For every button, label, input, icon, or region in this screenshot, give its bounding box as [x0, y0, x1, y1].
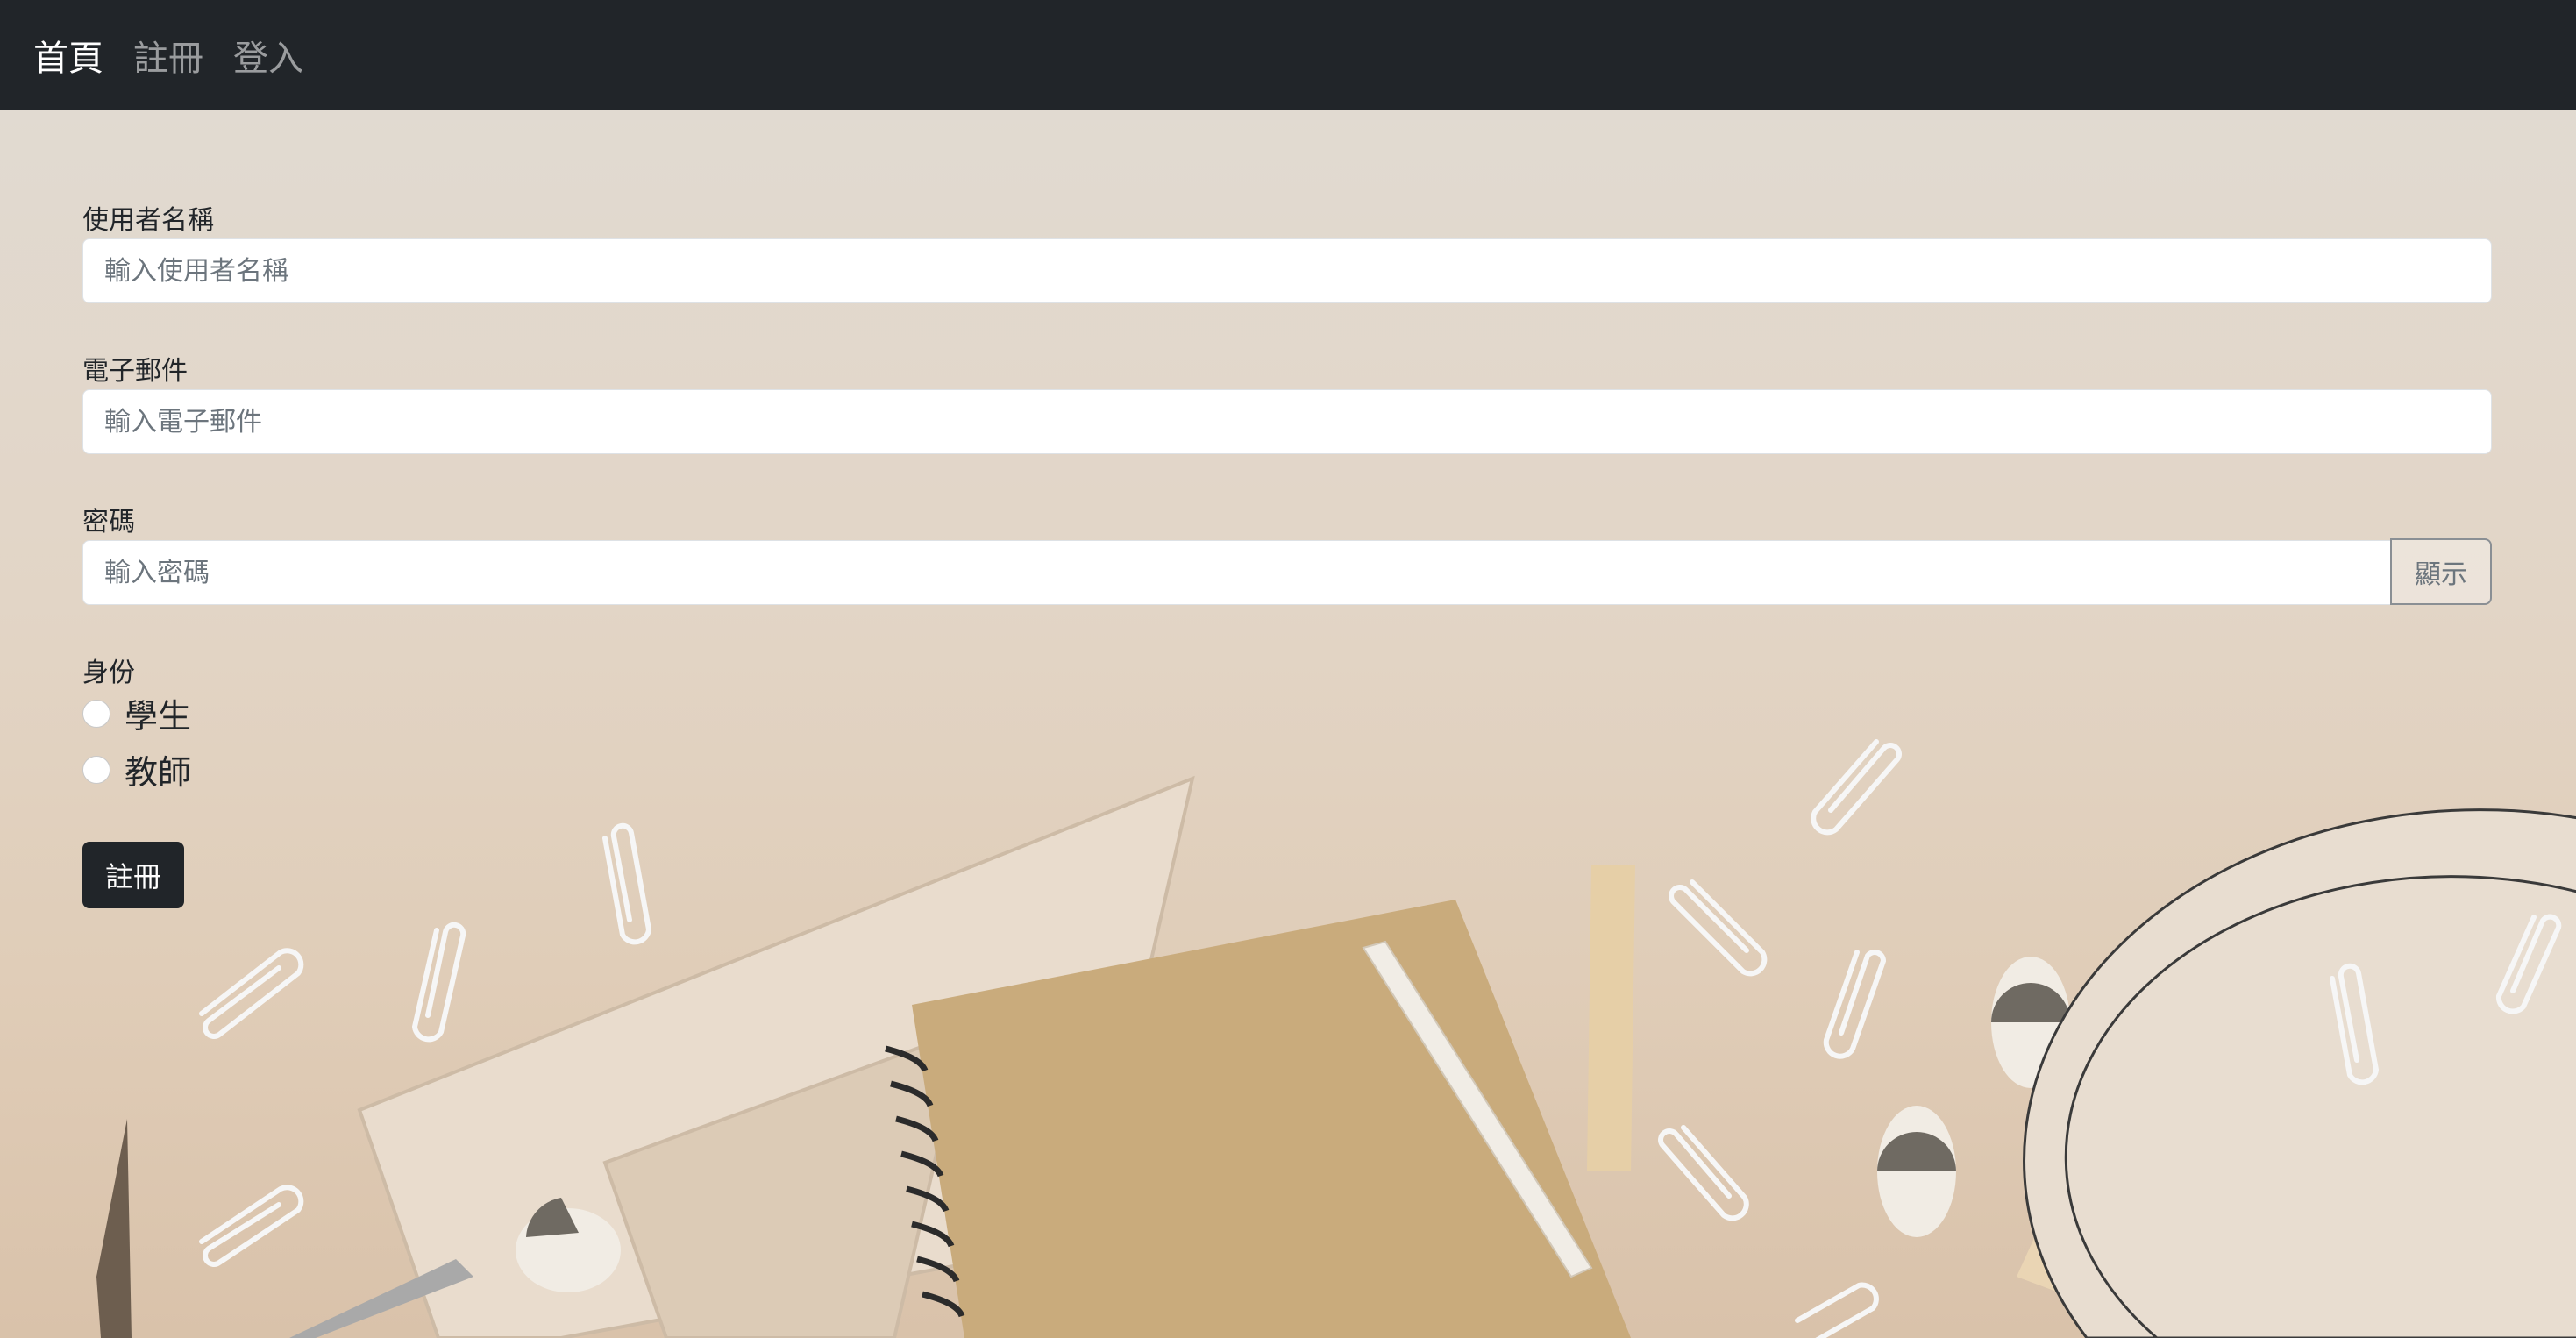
role-option-student[interactable]: 學生: [82, 689, 191, 737]
register-submit-button[interactable]: 註冊: [82, 842, 184, 908]
role-option-teacher[interactable]: 教師: [82, 745, 191, 794]
nav-register-link[interactable]: 註冊: [133, 30, 203, 81]
email-label: 電子郵件: [82, 356, 188, 387]
email-input[interactable]: [82, 389, 2492, 454]
username-input[interactable]: [82, 238, 2492, 303]
nav-home-link[interactable]: 首頁: [33, 30, 103, 81]
student-radio-label: 學生: [125, 697, 192, 736]
nav-login-link[interactable]: 登入: [233, 30, 303, 81]
top-navbar: 首頁 註冊 登入: [0, 0, 2576, 110]
show-password-button[interactable]: 顯示: [2390, 538, 2492, 605]
student-radio[interactable]: [82, 699, 110, 728]
username-label: 使用者名稱: [82, 205, 214, 236]
teacher-radio[interactable]: [82, 755, 110, 784]
role-label: 身份: [82, 658, 135, 688]
password-label: 密碼: [82, 507, 135, 537]
teacher-radio-label: 教師: [125, 753, 192, 792]
password-input[interactable]: [82, 540, 2392, 605]
